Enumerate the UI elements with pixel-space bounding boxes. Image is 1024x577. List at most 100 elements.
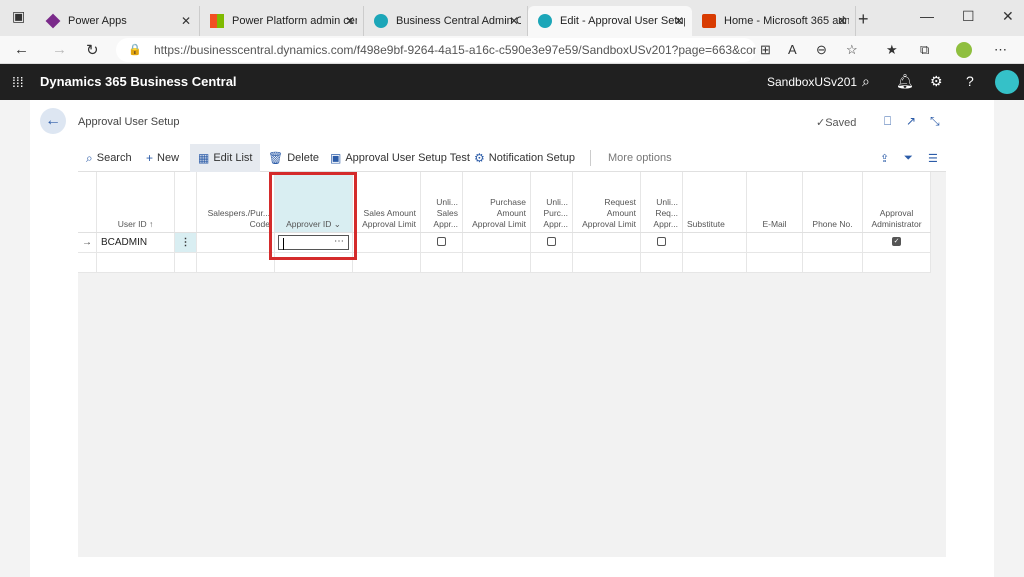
business-central-icon <box>538 14 552 28</box>
close-tab-icon[interactable]: ✕ <box>674 14 684 28</box>
avatar[interactable] <box>995 70 1019 94</box>
list-view-icon[interactable]: ☰ <box>928 144 938 172</box>
office-icon <box>702 14 716 28</box>
col-unl-purch[interactable]: Unli... Purc... Appr... <box>530 172 573 233</box>
help-icon[interactable]: ? <box>966 73 974 89</box>
close-tab-icon[interactable]: ✕ <box>345 14 355 28</box>
action-bar: ⌕ Search + New ▦ Edit List 🗑︎ Delete ▣ Approv… <box>78 144 946 172</box>
search-icon[interactable]: ⌕ <box>862 73 870 90</box>
app-launcher-icon[interactable]: ⁞⁞⁞ <box>12 74 24 90</box>
unl-purch-checkbox[interactable] <box>530 232 573 253</box>
search-button[interactable]: ⌕ Search <box>86 144 132 172</box>
favorite-icon[interactable]: ☆ <box>846 42 858 58</box>
close-tab-icon[interactable]: ✕ <box>837 14 847 28</box>
col-sales-limit[interactable]: Sales Amount Approval Limit <box>352 172 421 233</box>
tab-bc-admin[interactable]: Business Central Admin Ce ✕ <box>364 6 528 36</box>
notification-icon[interactable]: 🔔︎ <box>896 73 914 90</box>
url-field[interactable]: 🔒 https://businesscentral.dynamics.com/f… <box>116 38 756 62</box>
collections-icon[interactable]: ⧉ <box>920 42 929 58</box>
tab-power-platform[interactable]: Power Platform admin cen ✕ <box>200 6 364 36</box>
forward-icon[interactable]: → <box>52 41 67 58</box>
highlight-box <box>269 172 357 260</box>
close-tab-icon[interactable]: ✕ <box>509 14 519 28</box>
tab-power-apps[interactable]: Power Apps ✕ <box>36 6 200 36</box>
minimize-icon[interactable]: — <box>920 8 934 24</box>
app-brand[interactable]: Dynamics 365 Business Central <box>40 74 237 89</box>
bookmark-icon[interactable]: ⎕ <box>884 114 891 129</box>
saved-status: ✓Saved <box>816 117 857 129</box>
company-name[interactable]: SandboxUSv201 <box>767 75 857 89</box>
report-icon: ▣ <box>330 151 342 165</box>
row-actions-icon[interactable]: ⋮ <box>174 232 197 253</box>
page-container: ← Approval User Setup ✓Saved ⎕ ↗ ⤡ ⌕ Sear… <box>30 100 994 577</box>
new-tab-icon[interactable]: + <box>858 9 869 30</box>
refresh-icon[interactable]: ↻ <box>86 41 99 59</box>
col-email[interactable]: E-Mail <box>746 172 803 233</box>
notification-setup-button[interactable]: ⚙ Notification Setup <box>474 144 575 172</box>
maximize-icon[interactable]: ☐ <box>962 8 975 25</box>
settings-gear-icon[interactable]: ⚙ <box>930 73 943 90</box>
col-unl-req[interactable]: Unli... Req... Appr... <box>640 172 683 233</box>
address-bar-row: ← → ↻ 🔒 https://businesscentral.dynamics… <box>0 36 1024 64</box>
admin-checkbox[interactable]: ✓ <box>862 232 931 253</box>
close-window-icon[interactable]: ✕ <box>1002 8 1014 25</box>
tab-m365-home[interactable]: Home - Microsoft 365 adm ✕ <box>692 6 856 36</box>
unl-req-checkbox[interactable] <box>640 232 683 253</box>
gears-icon: ⚙ <box>474 151 485 165</box>
read-aloud-icon[interactable]: A <box>788 42 797 57</box>
salespers-cell[interactable] <box>196 232 275 253</box>
unl-sales-checkbox[interactable] <box>420 232 463 253</box>
table-row: → BCADMIN ⋮ ⋯ ✓ <box>78 232 931 253</box>
tab-actions-icon[interactable]: ▣ <box>12 8 25 25</box>
col-substitute[interactable]: Substitute <box>682 172 747 233</box>
apps-icon[interactable]: ⊞ <box>760 42 771 58</box>
purch-limit-cell[interactable] <box>462 232 531 253</box>
filter-icon[interactable]: ⏷ <box>904 144 913 172</box>
col-purch-limit[interactable]: Purchase Amount Approval Limit <box>462 172 531 233</box>
email-cell[interactable] <box>746 232 803 253</box>
edit-list-button[interactable]: ▦ Edit List <box>190 144 261 172</box>
approval-user-setup-test-button[interactable]: ▣ Approval User Setup Test <box>330 144 470 172</box>
zoom-icon[interactable]: ⊖ <box>816 42 827 58</box>
open-new-window-icon[interactable]: ↗ <box>906 114 916 128</box>
table-header-row: User ID ↑ Salespers./Pur... Code Approve… <box>78 172 931 233</box>
collapse-icon[interactable]: ⤡ <box>930 114 940 129</box>
col-salespers[interactable]: Salespers./Pur... Code <box>196 172 275 233</box>
col-unl-sales[interactable]: Unli... Sales Appr... <box>420 172 463 233</box>
col-req-limit[interactable]: Request Amount Approval Limit <box>572 172 641 233</box>
new-button[interactable]: + New <box>146 144 179 172</box>
sales-limit-cell[interactable] <box>352 232 421 253</box>
phone-cell[interactable] <box>802 232 863 253</box>
lock-icon: 🔒 <box>128 44 142 56</box>
edit-list-icon: ▦ <box>198 151 210 165</box>
grid-area: User ID ↑ Salespers./Pur... Code Approve… <box>78 172 946 557</box>
plus-icon: + <box>146 151 154 165</box>
tab-approval-user-setup[interactable]: Edit - Approval User Setup ✕ <box>528 6 692 36</box>
profile-icon[interactable] <box>956 42 972 58</box>
table-row-empty <box>78 252 931 273</box>
page-title: Approval User Setup <box>78 116 180 128</box>
close-tab-icon[interactable]: ✕ <box>181 14 191 28</box>
substitute-cell[interactable] <box>682 232 747 253</box>
app-header: ⁞⁞⁞ Dynamics 365 Business Central Sandbo… <box>0 64 1024 100</box>
browser-tab-strip: ▣ Power Apps ✕ Power Platform admin cen … <box>0 0 1024 36</box>
trash-icon: 🗑︎ <box>268 151 284 165</box>
row-indicator-icon: → <box>78 232 97 253</box>
share-icon[interactable]: ⇪ <box>880 144 889 172</box>
more-menu-icon[interactable]: ⋯ <box>994 42 1007 58</box>
toolbar-divider <box>590 150 591 166</box>
back-icon[interactable]: ← <box>14 41 29 58</box>
favorites-icon[interactable]: ★ <box>886 42 898 58</box>
back-arrow-icon[interactable]: ← <box>40 108 66 134</box>
col-admin[interactable]: Approval Administrator <box>862 172 931 233</box>
req-limit-cell[interactable] <box>572 232 641 253</box>
col-phone[interactable]: Phone No. <box>802 172 863 233</box>
more-options-button[interactable]: More options <box>608 144 672 172</box>
user-id-cell[interactable]: BCADMIN <box>96 232 175 253</box>
checkmark-icon: ✓ <box>816 117 826 129</box>
approval-user-table: User ID ↑ Salespers./Pur... Code Approve… <box>78 172 931 273</box>
search-icon: ⌕ <box>86 150 93 165</box>
col-user-id[interactable]: User ID ↑ <box>96 172 175 233</box>
delete-button[interactable]: 🗑︎ Delete <box>268 144 319 172</box>
power-apps-icon <box>45 13 61 29</box>
